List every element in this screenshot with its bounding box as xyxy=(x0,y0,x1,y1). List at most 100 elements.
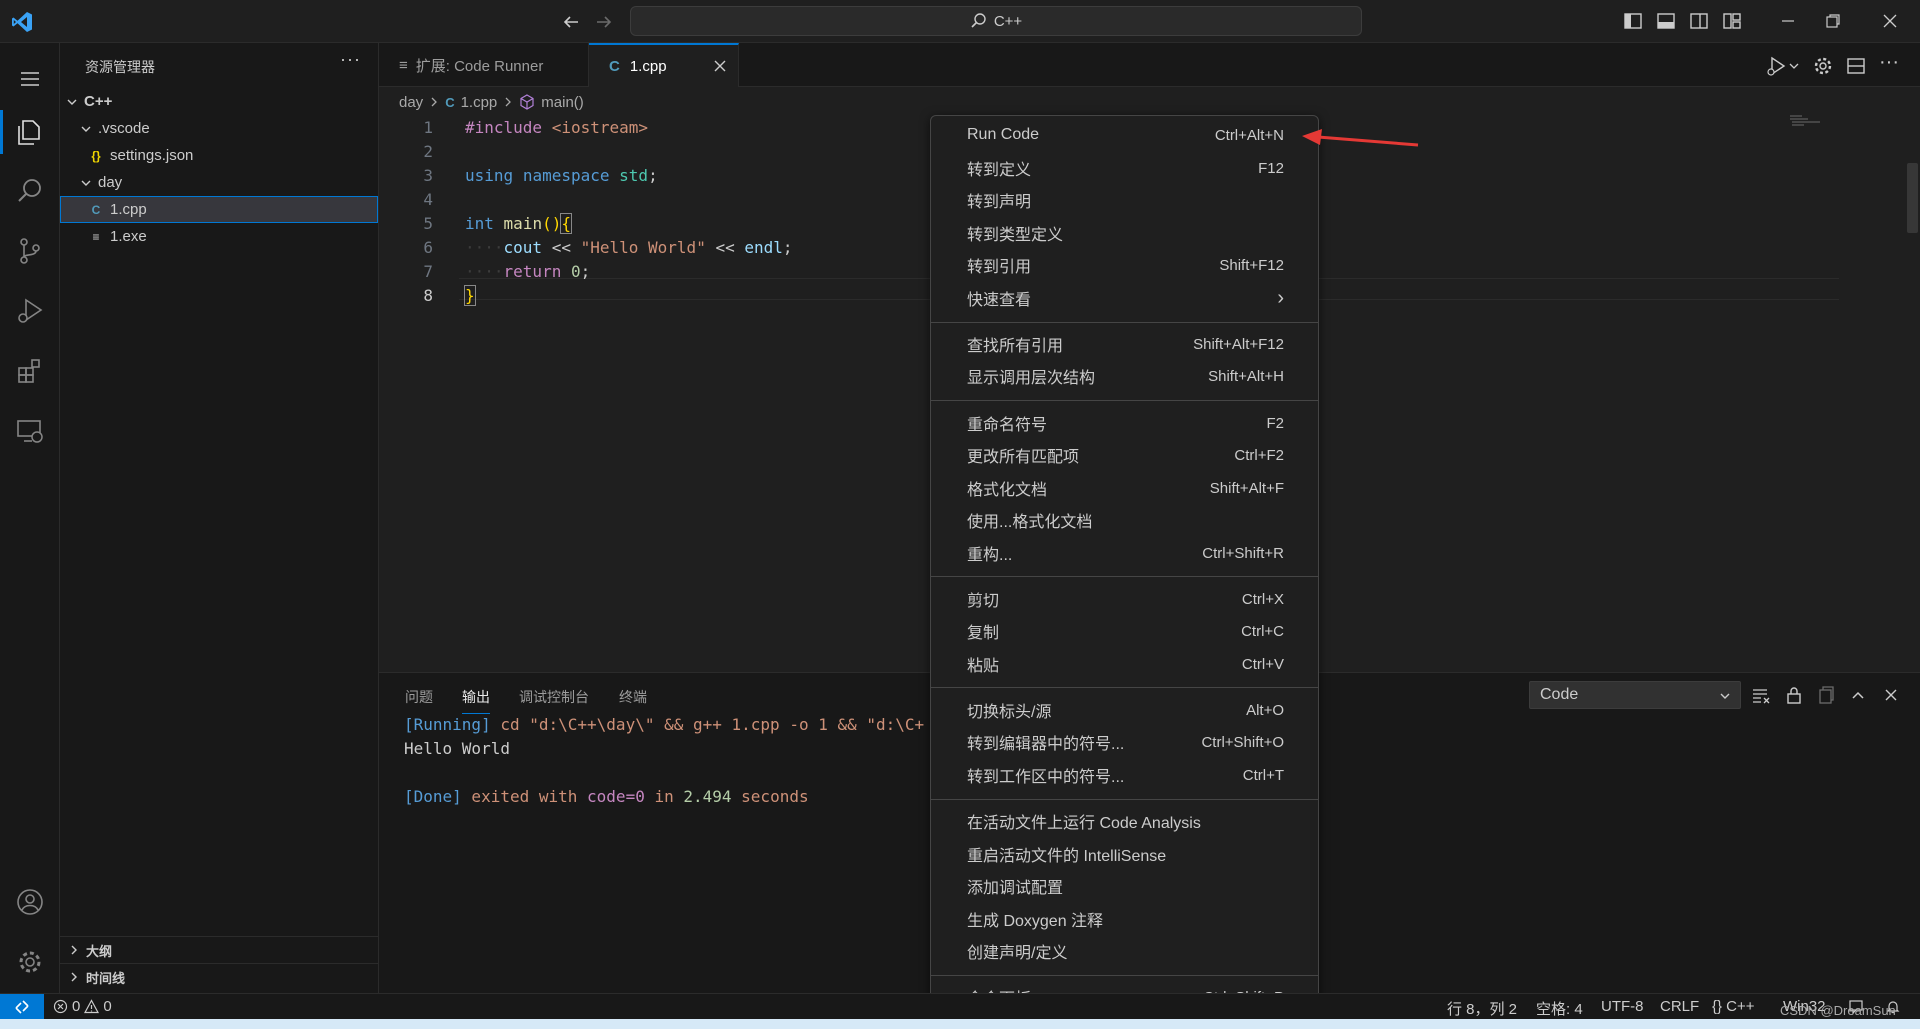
minimize-icon[interactable] xyxy=(1778,11,1798,31)
manage-button[interactable] xyxy=(0,934,60,990)
encoding[interactable]: UTF-8 xyxy=(1601,998,1644,1015)
tab-terminal[interactable]: 终端 xyxy=(619,687,647,707)
menu-item-run-code-analysis[interactable]: 在活动文件上运行 Code Analysis xyxy=(935,806,1314,836)
problems-indicator[interactable]: 0 0 xyxy=(53,998,112,1015)
breadcrumb-item[interactable]: 1.cpp xyxy=(461,94,498,111)
menu-item-go-to-symbol-in-editor[interactable]: 转到编辑器中的符号... Ctrl+Shift+O xyxy=(935,727,1314,757)
forward-arrow-icon[interactable] xyxy=(593,11,615,33)
remote-explorer-button[interactable] xyxy=(0,403,60,459)
explorer-button[interactable] xyxy=(0,104,60,160)
restore-icon[interactable] xyxy=(1823,11,1843,31)
line-number: 3 xyxy=(423,165,433,185)
breadcrumb-item[interactable]: day xyxy=(399,94,423,111)
tab-problems[interactable]: 问题 xyxy=(405,687,433,707)
menu-item-go-to-type-definition[interactable]: 转到类型定义 xyxy=(935,218,1314,248)
menu-item-generate-doxygen[interactable]: 生成 Doxygen 注释 xyxy=(935,904,1314,934)
account-icon xyxy=(17,889,43,915)
close-window-icon[interactable] xyxy=(1880,11,1900,31)
menu-item-switch-header-source[interactable]: 切换标头/源 Alt+O xyxy=(935,695,1314,725)
menu-item-add-debug-configuration[interactable]: 添加调试配置 xyxy=(935,871,1314,901)
run-code-icon[interactable] xyxy=(1765,55,1787,77)
open-in-editor-icon[interactable] xyxy=(1816,685,1836,705)
run-debug-button[interactable] xyxy=(0,283,60,339)
menu-item-change-all-occurrences[interactable]: 更改所有匹配项 Ctrl+F2 xyxy=(935,440,1314,470)
remote-indicator[interactable] xyxy=(0,994,44,1020)
tree-folder-root[interactable]: C++ xyxy=(60,88,378,115)
done-text: seconds xyxy=(731,787,809,806)
breadcrumb-item[interactable]: main() xyxy=(541,94,584,111)
source-control-button[interactable] xyxy=(0,223,60,279)
more-actions-icon[interactable]: ··· xyxy=(1879,51,1901,73)
outline-section[interactable]: 大纲 xyxy=(60,936,378,963)
chevron-down-icon[interactable] xyxy=(1787,55,1801,77)
command-center-search[interactable]: C++ xyxy=(630,6,1362,36)
cursor-position[interactable]: 行 8，列 2 xyxy=(1447,998,1517,1019)
toggle-primary-sidebar-icon[interactable] xyxy=(1623,11,1643,31)
clear-output-icon[interactable] xyxy=(1751,685,1771,705)
tab-output[interactable]: 输出 xyxy=(462,687,490,714)
menu-item-copy[interactable]: 复制 Ctrl+C xyxy=(935,616,1314,646)
menu-item-cut[interactable]: 剪切 Ctrl+X xyxy=(935,584,1314,614)
menu-item-create-declaration[interactable]: 创建声明/定义 xyxy=(935,936,1314,966)
lock-icon[interactable] xyxy=(1784,685,1804,705)
tab-1-cpp[interactable]: C 1.cpp xyxy=(589,43,739,87)
split-editor-icon[interactable] xyxy=(1845,55,1867,77)
tree-folder-vscode[interactable]: .vscode xyxy=(60,115,378,142)
tree-folder-day[interactable]: day xyxy=(60,169,378,196)
more-actions-icon[interactable]: ··· xyxy=(340,49,361,70)
cpp-file-icon: C xyxy=(91,202,101,217)
menu-item-label: 更改所有匹配项 xyxy=(967,449,1080,466)
line-number: 6 xyxy=(423,237,433,257)
menu-item-shortcut: Ctrl+C xyxy=(1241,622,1284,640)
cpp-file-icon: C xyxy=(609,57,620,75)
tree-file-1-exe[interactable]: ≡ 1.exe xyxy=(60,223,378,250)
menu-item-format-document[interactable]: 格式化文档 Shift+Alt+F xyxy=(935,473,1314,503)
tab-debug-console[interactable]: 调试控制台 xyxy=(519,687,589,707)
output-channel-select[interactable]: Code xyxy=(1529,681,1741,709)
tree-file-1-cpp[interactable]: C 1.cpp xyxy=(60,196,378,223)
extensions-button[interactable] xyxy=(0,343,60,399)
end-of-line[interactable]: CRLF xyxy=(1660,998,1699,1015)
menu-item-shortcut: Ctrl+T xyxy=(1242,766,1284,784)
back-arrow-icon[interactable] xyxy=(560,11,582,33)
tree-label: 1.exe xyxy=(110,228,147,245)
menu-item-go-to-references[interactable]: 转到引用 Shift+F12 xyxy=(935,250,1314,280)
menu-item-shortcut: Ctrl+Shift+O xyxy=(1201,733,1284,751)
search-button[interactable] xyxy=(0,163,60,219)
minimap[interactable] xyxy=(1790,115,1830,127)
menu-button[interactable] xyxy=(0,51,60,107)
menu-item-go-to-declaration[interactable]: 转到声明 xyxy=(935,185,1314,215)
json-file-icon: {} xyxy=(91,148,101,163)
toggle-secondary-sidebar-icon[interactable] xyxy=(1689,11,1709,31)
menu-item-rename-symbol[interactable]: 重命名符号 F2 xyxy=(935,408,1314,438)
menu-item-restart-intellisense[interactable]: 重启活动文件的 IntelliSense xyxy=(935,839,1314,869)
menu-item-find-all-references[interactable]: 查找所有引用 Shift+Alt+F12 xyxy=(935,329,1314,359)
close-panel-icon[interactable] xyxy=(1881,685,1901,705)
close-icon[interactable] xyxy=(712,58,728,74)
tree-file-settings-json[interactable]: {} settings.json xyxy=(60,142,378,169)
menu-item-refactor[interactable]: 重构... Ctrl+Shift+R xyxy=(935,538,1314,568)
menu-item-go-to-symbol-in-workspace[interactable]: 转到工作区中的符号... Ctrl+T xyxy=(935,760,1314,790)
customize-layout-icon[interactable] xyxy=(1722,11,1742,31)
editor-scrollbar[interactable] xyxy=(1907,163,1918,233)
menu-item-label: 复制 xyxy=(967,625,1000,642)
language-mode[interactable]: {} C++ xyxy=(1712,998,1755,1015)
toggle-panel-icon[interactable] xyxy=(1656,11,1676,31)
menu-item-paste[interactable]: 粘贴 Ctrl+V xyxy=(935,649,1314,679)
tree-label: day xyxy=(98,174,123,191)
indentation[interactable]: 空格: 4 xyxy=(1536,998,1583,1019)
tab-code-runner[interactable]: ≡ 扩展: Code Runner xyxy=(379,43,589,87)
timeline-section[interactable]: 时间线 xyxy=(60,963,378,990)
gear-icon[interactable] xyxy=(1812,55,1834,77)
menu-item-format-document-with[interactable]: 使用...格式化文档 xyxy=(935,505,1314,535)
maximize-panel-icon[interactable] xyxy=(1848,685,1868,705)
menu-item-label: Run Code xyxy=(967,126,1040,143)
accounts-button[interactable] xyxy=(0,874,60,930)
menu-item-go-to-definition[interactable]: 转到定义 F12 xyxy=(935,153,1314,183)
menu-separator xyxy=(931,400,1318,401)
menu-item-label: 剪切 xyxy=(967,593,1000,610)
menu-item-peek[interactable]: 快速查看 › xyxy=(935,283,1314,313)
tree-label: .vscode xyxy=(98,120,150,137)
menu-item-run-code[interactable]: Run Code Ctrl+Alt+N xyxy=(935,120,1314,150)
menu-item-show-call-hierarchy[interactable]: 显示调用层次结构 Shift+Alt+H xyxy=(935,361,1314,391)
